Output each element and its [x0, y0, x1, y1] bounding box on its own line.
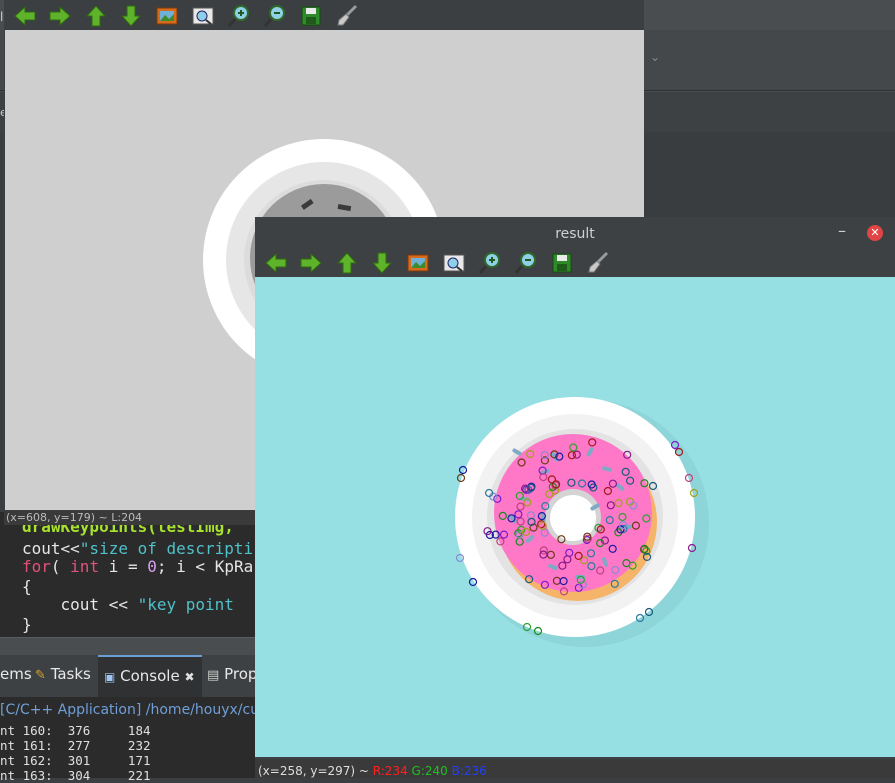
save-icon[interactable]: [549, 250, 575, 276]
tab-properties[interactable]: ▤ Prop: [207, 665, 257, 683]
bottom-panel-tabs: ems ✎ Tasks ▣ Console ✖ ▤ Prop: [0, 655, 258, 699]
console-row: nt 163: 304 221: [0, 768, 151, 783]
status-g-value: G:240: [411, 764, 448, 778]
image-icon[interactable]: [154, 3, 180, 29]
code-token: cout<<: [22, 539, 80, 558]
tasks-icon: ✎: [35, 668, 46, 683]
tab-console[interactable]: ▣ Console ✖: [98, 655, 202, 699]
arrow-right-icon[interactable]: [298, 250, 324, 276]
code-line-2: cout<<"size of descripti: [22, 539, 253, 558]
window-title: result: [555, 226, 595, 242]
code-string: "key point: [137, 595, 244, 614]
console-row: nt 161: 277 232: [0, 738, 151, 753]
status-r-value: R:234: [372, 764, 408, 778]
code-line-4: {: [22, 577, 32, 596]
console-header: [C/C++ Application] /home/houyx/cud: [0, 702, 268, 718]
tab-problems[interactable]: ems: [0, 665, 32, 683]
tab-console-label: Console: [120, 667, 180, 685]
save-icon[interactable]: [298, 3, 324, 29]
zoom-in-icon[interactable]: [226, 3, 252, 29]
tab-tasks-label: Tasks: [50, 665, 91, 683]
close-button[interactable]: ✕: [867, 225, 883, 241]
zoom-out-icon[interactable]: [513, 250, 539, 276]
arrow-right-icon[interactable]: [47, 3, 73, 29]
code-line-6: }: [22, 615, 32, 634]
status-b-value: B:236: [451, 764, 487, 778]
arrow-left-icon[interactable]: [263, 250, 289, 276]
zoom-window-icon[interactable]: [190, 3, 216, 29]
zoom-window-icon[interactable]: [441, 250, 467, 276]
code-line-5: cout << "key point: [22, 595, 244, 614]
code-type: int: [70, 557, 100, 576]
code-token: cout <<: [22, 595, 138, 614]
panel-sash[interactable]: [0, 637, 258, 656]
tab-console-inner: ▣ Console ✖: [104, 667, 195, 685]
console-row: nt 160: 376 184: [0, 723, 151, 738]
minimize-button[interactable]: –: [838, 221, 846, 240]
code-token: (: [50, 557, 71, 576]
tab-tasks[interactable]: ✎ Tasks: [35, 665, 91, 683]
brush-icon[interactable]: [585, 250, 611, 276]
result-window: result – ✕ (x=258, y=297) ~ R:234 G:240 …: [255, 217, 895, 778]
code-keyword: for: [22, 557, 51, 576]
code-token: i =: [99, 557, 148, 576]
ide-menu-fragment: l: [0, 10, 4, 24]
console-row: nt 162: 301 171: [0, 753, 151, 768]
console-output[interactable]: [C/C++ Application] /home/houyx/cud nt 1…: [0, 697, 268, 783]
properties-icon: ▤: [207, 668, 220, 683]
code-line-3: for( int i = 0; i < KpRa: [22, 557, 253, 576]
brush-icon[interactable]: [334, 3, 360, 29]
code-token: ; i < KpRa: [156, 557, 254, 576]
arrow-down-icon[interactable]: [369, 250, 395, 276]
close-icon[interactable]: ✖: [184, 670, 194, 684]
arrow-up-icon[interactable]: [334, 250, 360, 276]
donut-keypoints-image: [455, 397, 709, 647]
chevron-down-icon[interactable]: ⌄: [650, 50, 660, 64]
arrow-left-icon[interactable]: [12, 3, 38, 29]
zoom-out-icon[interactable]: [262, 3, 288, 29]
zoom-in-icon[interactable]: [477, 250, 503, 276]
code-number: 0: [147, 557, 157, 576]
code-editor[interactable]: drawKeypoints(testImg, cout<<"size of de…: [0, 512, 258, 637]
result-status-bar: (x=258, y=297) ~ R:234 G:240 B:236: [255, 759, 895, 778]
image-icon[interactable]: [405, 250, 431, 276]
code-string: "size of descripti: [79, 539, 254, 558]
result-image-canvas[interactable]: [255, 277, 895, 757]
arrow-down-icon[interactable]: [118, 3, 144, 29]
status-coords: (x=258, y=297) ~: [258, 764, 373, 778]
tab-properties-label: Prop: [224, 665, 258, 683]
console-icon: ▣: [104, 670, 116, 684]
arrow-up-icon[interactable]: [83, 3, 109, 29]
